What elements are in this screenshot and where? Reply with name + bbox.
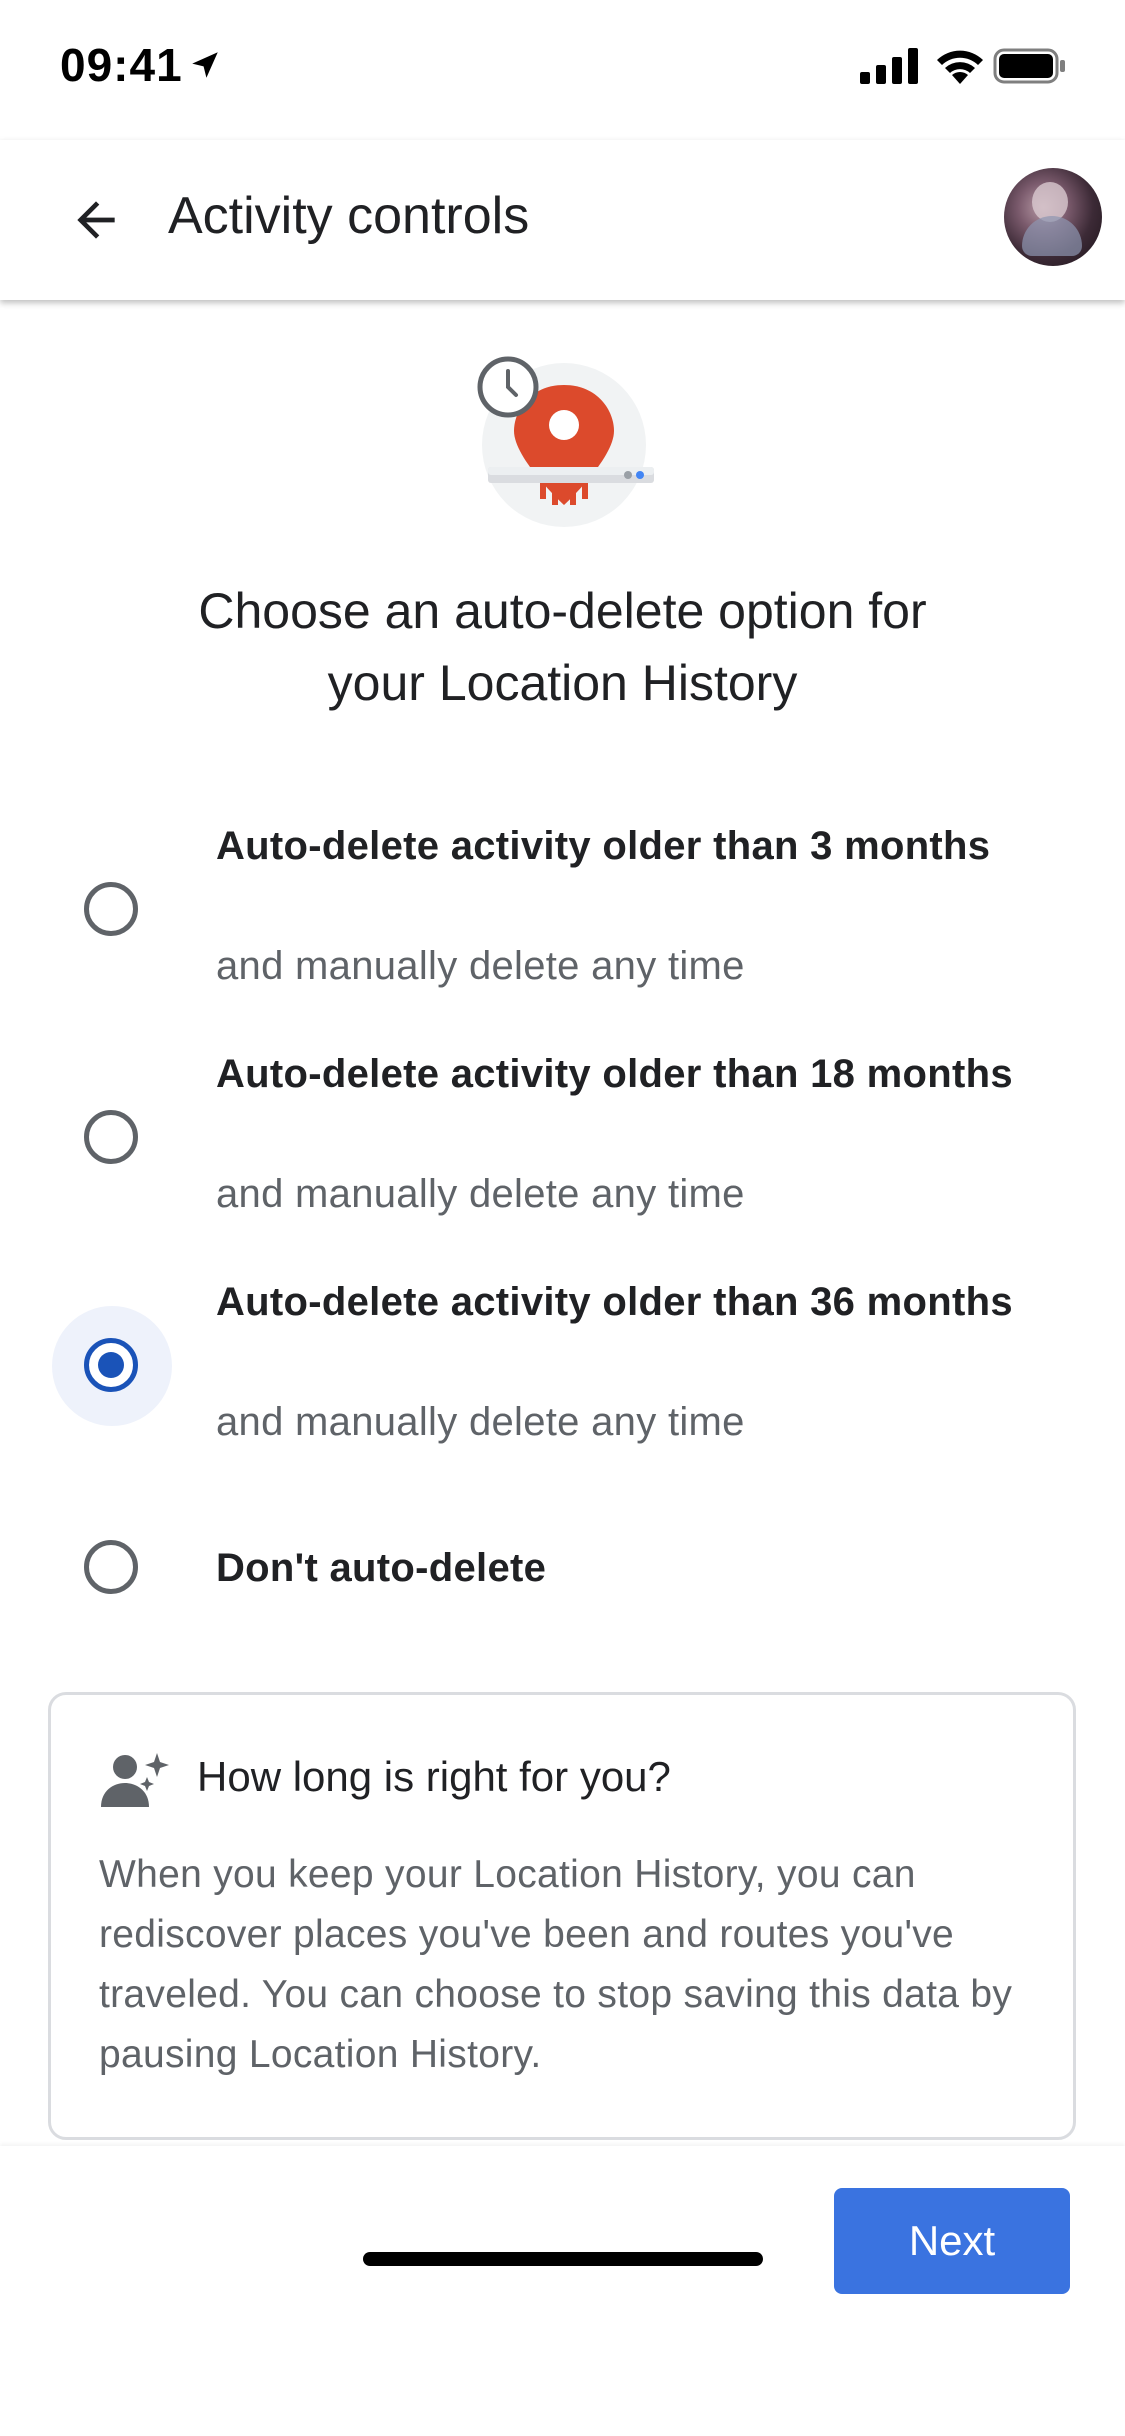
info-title: How long is right for you? [197,1753,671,1800]
option-36-months[interactable]: Auto-delete activity older than 36 month… [0,1266,1125,1466]
option-subtitle: and manually delete any time [216,1172,745,1216]
radio-button[interactable] [84,882,138,936]
status-time: 09:41 [60,39,183,91]
option-subtitle: and manually delete any time [216,1400,745,1444]
person-sparkle-icon [101,1753,169,1807]
radio-button-selected[interactable] [84,1338,138,1392]
location-arrow-icon [192,52,218,78]
back-arrow-icon [77,201,115,239]
option-title: Don't auto-delete [216,1546,547,1590]
battery-icon [993,48,1065,84]
headline: Choose an auto-delete option for your Lo… [198,583,927,711]
radio-button[interactable] [84,1110,138,1164]
bottom-action-bar: Next [0,2146,1125,2436]
radio-dot [98,1352,124,1378]
next-button[interactable]: Next [834,2188,1070,2294]
radio-button[interactable] [84,1540,138,1594]
avatar[interactable] [1004,168,1102,266]
app-bar: Activity controls [0,140,1125,300]
location-history-illustration [477,356,654,527]
option-title: Auto-delete activity older than 18 month… [216,1052,1013,1096]
page-title: Activity controls [168,187,530,245]
option-subtitle: and manually delete any time [216,944,745,988]
info-body: When you keep your Location History, you… [99,1853,1013,2076]
info-card: How long is right for you? When you keep… [48,1692,1076,2140]
option-dont-auto-delete[interactable]: Don't auto-delete [0,1520,1125,1620]
option-title: Auto-delete activity older than 3 months [216,824,991,868]
option-18-months[interactable]: Auto-delete activity older than 18 month… [0,1038,1125,1238]
cellular-signal-icon [860,48,918,84]
home-indicator[interactable] [363,2252,763,2266]
status-bar: 09:41 [0,0,1125,140]
option-3-months[interactable]: Auto-delete activity older than 3 months… [0,810,1125,1010]
wifi-icon [937,50,983,84]
option-title: Auto-delete activity older than 36 month… [216,1280,1013,1324]
back-button[interactable] [56,180,136,260]
